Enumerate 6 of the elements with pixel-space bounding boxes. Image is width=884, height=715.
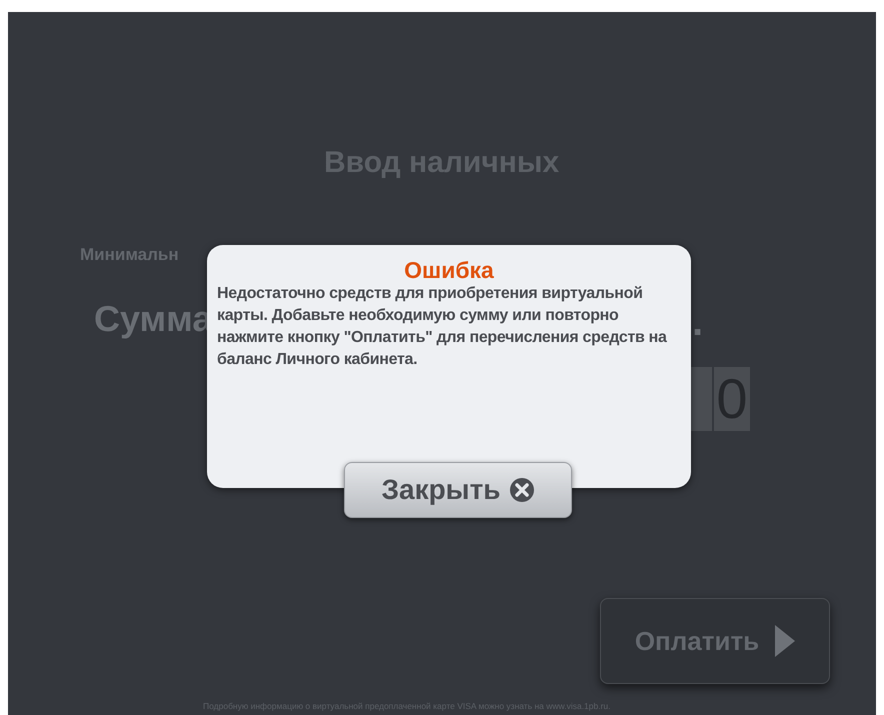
close-icon: [508, 477, 535, 503]
play-icon: [775, 625, 796, 657]
sum-dot: .: [692, 299, 704, 346]
dialog-message: Недостаточно средств для приобретения виртуальной карты. Добавьте необходимую сумму или повторно нажмите кнопку "Оплатить" для перечисления средств на баланс Личного кабинета.: [217, 284, 668, 370]
dialog-title: Ошибка: [403, 257, 495, 283]
close-button[interactable]: Закрыть: [344, 462, 572, 518]
